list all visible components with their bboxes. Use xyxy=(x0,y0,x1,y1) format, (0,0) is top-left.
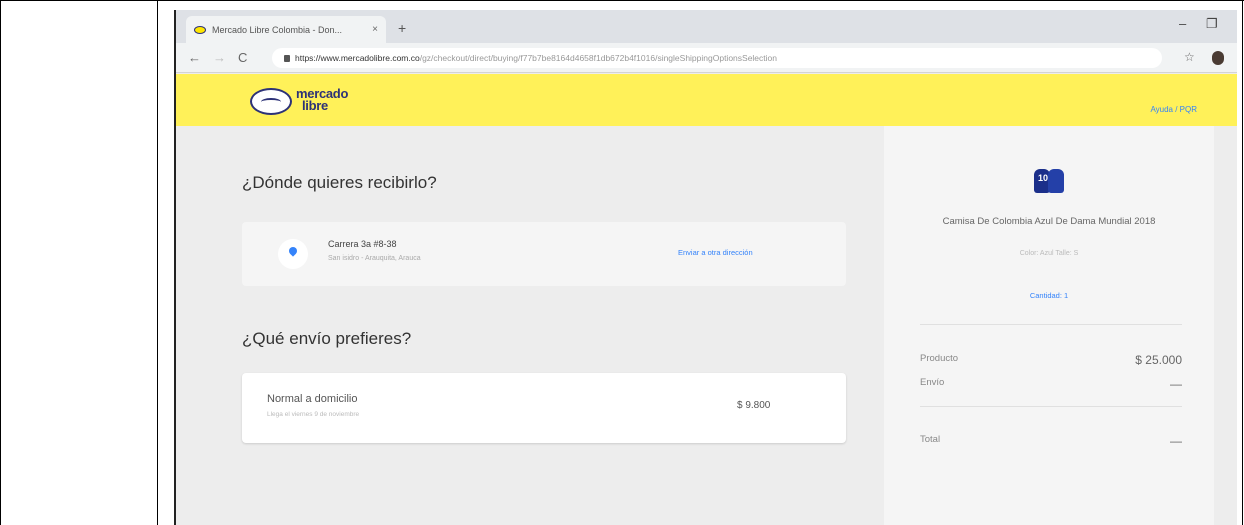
frame-column-divider xyxy=(157,0,158,525)
address-line-2: San isidro - Arauquita, Arauca xyxy=(328,255,421,262)
address-card: Carrera 3a #8-38 San isidro - Arauquita,… xyxy=(242,222,846,286)
product-name: Camisa De Colombia Azul De Dama Mundial … xyxy=(942,216,1156,227)
address-heading: ¿Dónde quieres recibirlo? xyxy=(242,173,437,192)
browser-window: Mercado Libre Colombia - Don... × + – ❐ … xyxy=(174,10,1237,525)
help-link[interactable]: Ayuda / PQR xyxy=(1150,105,1197,114)
summary-divider xyxy=(920,324,1182,325)
frame-top-border xyxy=(0,0,1244,1)
shipping-heading: ¿Qué envío prefieres? xyxy=(242,329,412,348)
url-path: /gz/checkout/direct/buying/f77b7be8164d4… xyxy=(419,53,777,63)
browser-toolbar: ← → C https://www.mercadolibre.com.co /g… xyxy=(176,43,1237,73)
restore-icon[interactable]: ❐ xyxy=(1206,16,1218,32)
url-host: https://www.mercadolibre.com.co xyxy=(295,53,420,63)
shipping-eta: Llega el viernes 9 de noviembre xyxy=(267,411,360,418)
site-header: mercado libre Ayuda / PQR xyxy=(176,74,1237,126)
back-arrow-icon[interactable]: ← xyxy=(188,50,201,65)
order-summary: 10 Camisa De Colombia Azul De Dama Mundi… xyxy=(884,126,1214,525)
shipping-price: $ 9.800 xyxy=(737,400,771,411)
browser-tab[interactable]: Mercado Libre Colombia - Don... × xyxy=(186,16,386,43)
shipping-option-name: Normal a domicilio xyxy=(267,393,358,405)
shipping-option-card[interactable]: Normal a domicilio Llega el viernes 9 de… xyxy=(242,373,846,443)
frame-right-border xyxy=(1242,0,1243,525)
total-label: Total xyxy=(920,434,941,445)
logo-line-2: libre xyxy=(302,98,328,113)
profile-avatar[interactable] xyxy=(1212,51,1224,65)
location-pin-icon xyxy=(278,239,308,269)
document-frame: Mercado Libre Colombia - Don... × + – ❐ … xyxy=(0,0,1244,525)
quantity-link[interactable]: Cantidad: 1 xyxy=(934,291,1164,300)
total-value: — xyxy=(1170,434,1182,448)
bookmark-star-icon[interactable]: ☆ xyxy=(1184,50,1195,64)
forward-arrow-icon[interactable]: → xyxy=(213,50,226,65)
shipping-cost-row: Envío — xyxy=(920,377,1182,391)
handshake-logo-icon[interactable] xyxy=(250,88,292,115)
product-variant: Color: Azul Talle: S xyxy=(1019,250,1079,257)
shipping-cost-value: — xyxy=(1170,377,1182,391)
product-price-label: Producto xyxy=(920,353,959,364)
product-thumbnail: 10 xyxy=(1028,161,1070,203)
new-tab-icon[interactable]: + xyxy=(398,20,406,36)
product-price-row: Producto $ 25.000 xyxy=(920,353,1182,367)
site-logo[interactable]: mercado libre xyxy=(296,87,348,113)
shipping-cost-label: Envío xyxy=(920,377,945,388)
change-address-link[interactable]: Enviar a otra dirección xyxy=(678,248,753,257)
address-line-1: Carrera 3a #8-38 xyxy=(328,239,397,249)
summary-divider xyxy=(920,406,1182,407)
tab-title: Mercado Libre Colombia - Don... xyxy=(212,24,343,35)
reload-icon[interactable]: C xyxy=(238,50,247,65)
address-bar[interactable]: https://www.mercadolibre.com.co /gz/chec… xyxy=(272,48,1162,68)
product-price-value: $ 25.000 xyxy=(1135,353,1182,367)
tab-close-icon[interactable]: × xyxy=(372,24,378,35)
checkout-main: ¿Dónde quieres recibirlo? Carrera 3a #8-… xyxy=(176,126,884,525)
minimize-icon[interactable]: – xyxy=(1179,16,1186,31)
total-row: Total — xyxy=(920,434,1182,448)
lock-icon xyxy=(284,54,290,62)
tab-strip: Mercado Libre Colombia - Don... × + – ❐ xyxy=(176,10,1237,43)
mercadolibre-favicon-icon xyxy=(194,25,206,34)
frame-left-border xyxy=(0,0,1,525)
